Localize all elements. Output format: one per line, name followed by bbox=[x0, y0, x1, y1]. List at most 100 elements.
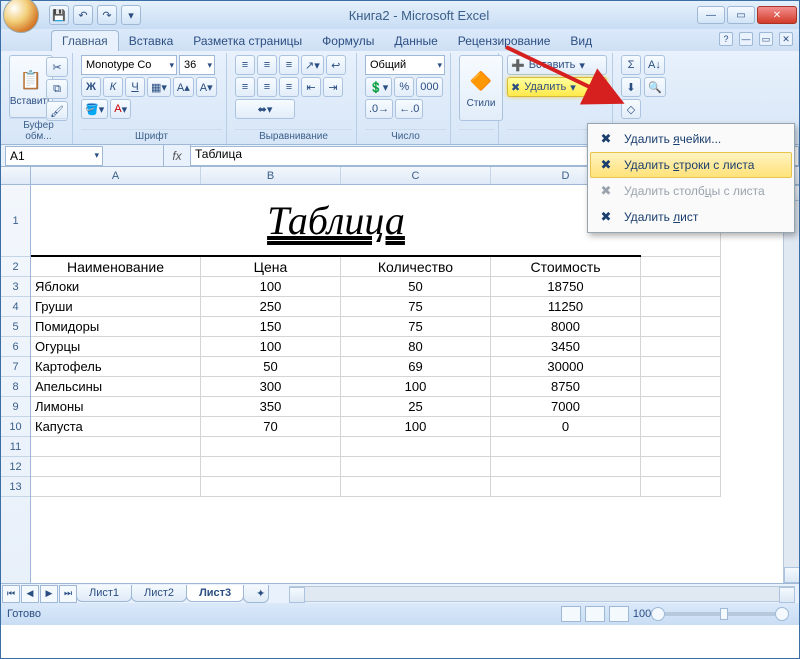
cell[interactable] bbox=[491, 437, 641, 457]
qat-redo[interactable]: ↷ bbox=[97, 5, 117, 25]
cell[interactable] bbox=[641, 457, 721, 477]
grow-font-button[interactable]: A▴ bbox=[173, 77, 194, 97]
cell[interactable] bbox=[201, 457, 341, 477]
row-header-6[interactable]: 6 bbox=[1, 337, 30, 357]
data-cell[interactable]: 150 bbox=[201, 317, 341, 337]
data-cell[interactable]: 8000 bbox=[491, 317, 641, 337]
cell[interactable] bbox=[201, 437, 341, 457]
row-header-1[interactable]: 1 bbox=[1, 185, 30, 257]
comma-button[interactable]: 000 bbox=[416, 77, 442, 97]
delete-menu-item-1[interactable]: ✖Удалить строки с листа bbox=[590, 152, 792, 178]
header-cell[interactable]: Наименование bbox=[31, 257, 201, 277]
decrease-decimal-button[interactable]: ←.0 bbox=[395, 99, 423, 119]
view-normal-button[interactable] bbox=[561, 606, 581, 622]
data-cell[interactable]: 100 bbox=[341, 417, 491, 437]
data-cell[interactable]: 75 bbox=[341, 297, 491, 317]
cell[interactable] bbox=[641, 297, 721, 317]
font-color-button[interactable]: A▾ bbox=[110, 99, 131, 119]
data-cell[interactable]: 8750 bbox=[491, 377, 641, 397]
data-cell[interactable]: 50 bbox=[341, 277, 491, 297]
delete-menu-item-3[interactable]: ✖Удалить лист bbox=[590, 204, 792, 230]
column-header-B[interactable]: B bbox=[201, 167, 341, 184]
number-format-select[interactable]: Общий bbox=[365, 55, 445, 75]
merged-title-cell[interactable]: Таблица bbox=[31, 185, 641, 257]
align-left-button[interactable]: ≡ bbox=[235, 77, 255, 97]
decrease-indent-button[interactable]: ⇤ bbox=[301, 77, 321, 97]
data-cell[interactable]: Апельсины bbox=[31, 377, 201, 397]
align-center-button[interactable]: ≡ bbox=[257, 77, 277, 97]
increase-decimal-button[interactable]: .0→ bbox=[365, 99, 393, 119]
data-cell[interactable]: 11250 bbox=[491, 297, 641, 317]
row-header-7[interactable]: 7 bbox=[1, 357, 30, 377]
merge-center-button[interactable]: ⬌▾ bbox=[235, 99, 295, 119]
vertical-scrollbar[interactable] bbox=[783, 185, 799, 583]
horizontal-scrollbar[interactable] bbox=[289, 586, 795, 602]
copy-button[interactable]: ⧉ bbox=[46, 79, 68, 99]
sheet-nav-first[interactable]: ⏮ bbox=[2, 585, 20, 603]
tab-формулы[interactable]: Формулы bbox=[312, 31, 384, 51]
data-cell[interactable]: 18750 bbox=[491, 277, 641, 297]
border-button[interactable]: ▦▾ bbox=[147, 77, 171, 97]
accounting-button[interactable]: 💲▾ bbox=[365, 77, 392, 97]
qat-customize[interactable]: ▾ bbox=[121, 5, 141, 25]
data-cell[interactable]: Яблоки bbox=[31, 277, 201, 297]
bold-button[interactable]: Ж bbox=[81, 77, 101, 97]
cell[interactable] bbox=[491, 457, 641, 477]
data-cell[interactable]: 75 bbox=[341, 317, 491, 337]
align-middle-button[interactable]: ≡ bbox=[257, 55, 277, 75]
data-cell[interactable]: 69 bbox=[341, 357, 491, 377]
data-cell[interactable]: 25 bbox=[341, 397, 491, 417]
data-cell[interactable]: Капуста bbox=[31, 417, 201, 437]
cell[interactable] bbox=[641, 377, 721, 397]
header-cell[interactable]: Стоимость bbox=[491, 257, 641, 277]
row-header-5[interactable]: 5 bbox=[1, 317, 30, 337]
row-header-11[interactable]: 11 bbox=[1, 437, 30, 457]
sheet-tab-Лист1[interactable]: Лист1 bbox=[76, 585, 132, 602]
data-cell[interactable]: 100 bbox=[341, 377, 491, 397]
maximize-button[interactable]: ▭ bbox=[727, 6, 755, 24]
row-header-3[interactable]: 3 bbox=[1, 277, 30, 297]
cell[interactable] bbox=[641, 277, 721, 297]
cell[interactable] bbox=[491, 477, 641, 497]
qat-undo[interactable]: ↶ bbox=[73, 5, 93, 25]
mdi-close-icon[interactable]: ✕ bbox=[779, 32, 793, 46]
align-right-button[interactable]: ≡ bbox=[279, 77, 299, 97]
tab-разметка страницы[interactable]: Разметка страницы bbox=[183, 31, 312, 51]
tab-вставка[interactable]: Вставка bbox=[119, 31, 184, 51]
data-cell[interactable]: 7000 bbox=[491, 397, 641, 417]
tab-данные[interactable]: Данные bbox=[384, 31, 447, 51]
fill-color-button[interactable]: 🪣▾ bbox=[81, 99, 108, 119]
cell[interactable] bbox=[341, 477, 491, 497]
cell[interactable] bbox=[641, 317, 721, 337]
row-header-13[interactable]: 13 bbox=[1, 477, 30, 497]
data-cell[interactable]: Груши bbox=[31, 297, 201, 317]
italic-button[interactable]: К bbox=[103, 77, 123, 97]
tab-главная[interactable]: Главная bbox=[51, 30, 119, 51]
mdi-restore-icon[interactable]: ▭ bbox=[759, 32, 773, 46]
new-sheet-button[interactable]: ✦ bbox=[243, 585, 269, 603]
align-bottom-button[interactable]: ≡ bbox=[279, 55, 299, 75]
align-top-button[interactable]: ≡ bbox=[235, 55, 255, 75]
cells-area[interactable]: ТаблицаНаименованиеЦенаКоличествоСтоимос… bbox=[31, 185, 799, 583]
cell[interactable] bbox=[31, 457, 201, 477]
data-cell[interactable]: Помидоры bbox=[31, 317, 201, 337]
fx-icon[interactable]: fx bbox=[163, 145, 191, 166]
name-box[interactable]: A1 bbox=[5, 146, 103, 166]
cut-button[interactable]: ✂ bbox=[46, 57, 68, 77]
cell[interactable] bbox=[31, 437, 201, 457]
cell[interactable] bbox=[641, 337, 721, 357]
close-button[interactable]: ✕ bbox=[757, 6, 797, 24]
worksheet-grid[interactable]: 12345678910111213 ТаблицаНаименованиеЦен… bbox=[1, 185, 799, 583]
row-header-2[interactable]: 2 bbox=[1, 257, 30, 277]
ribbon-minimize-icon[interactable]: — bbox=[739, 32, 753, 46]
data-cell[interactable]: 80 bbox=[341, 337, 491, 357]
row-header-9[interactable]: 9 bbox=[1, 397, 30, 417]
header-cell[interactable]: Цена bbox=[201, 257, 341, 277]
data-cell[interactable]: 3450 bbox=[491, 337, 641, 357]
wrap-text-button[interactable]: ↩ bbox=[326, 55, 346, 75]
data-cell[interactable]: 0 bbox=[491, 417, 641, 437]
font-name-select[interactable]: Monotype Co bbox=[81, 55, 177, 75]
row-header-4[interactable]: 4 bbox=[1, 297, 30, 317]
view-layout-button[interactable] bbox=[585, 606, 605, 622]
underline-button[interactable]: Ч bbox=[125, 77, 145, 97]
